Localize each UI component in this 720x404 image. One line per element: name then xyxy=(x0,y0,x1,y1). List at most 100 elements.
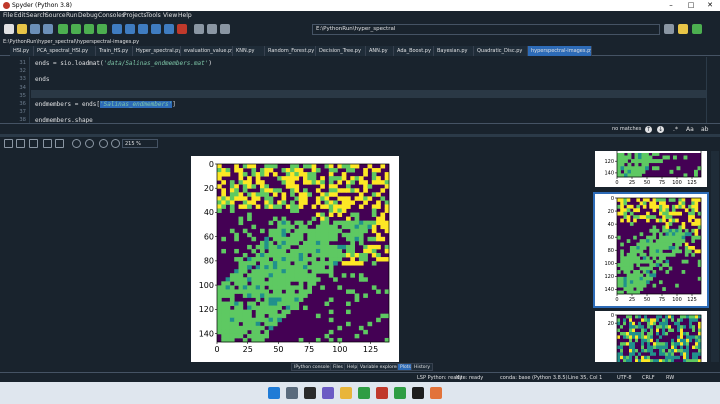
menu-search[interactable]: Search xyxy=(26,11,47,21)
zoom-out-icon[interactable] xyxy=(99,139,108,148)
menu-source[interactable]: Source xyxy=(45,11,66,21)
run-selection-icon[interactable] xyxy=(97,24,107,34)
map-cell xyxy=(247,325,252,331)
app-icon-2[interactable] xyxy=(394,387,406,399)
continue-icon[interactable] xyxy=(164,24,174,34)
tab-decision-tree[interactable]: Decision_Tree.py xyxy=(316,46,366,56)
remove-all-plots-icon[interactable] xyxy=(55,139,64,148)
tab-knn[interactable]: KNN.py xyxy=(233,46,265,56)
map-cell xyxy=(695,349,699,353)
tab-ann[interactable]: ANN.py xyxy=(366,46,394,56)
preferences-icon[interactable] xyxy=(207,24,217,34)
editor-scrollbar[interactable] xyxy=(706,57,720,123)
thumbnail-2[interactable]: 0 25 50 75 100 125 0 20 40 60 80 100 120 140 xyxy=(593,192,709,308)
menu-consoles[interactable]: Consoles xyxy=(98,11,125,21)
map-cell xyxy=(238,305,244,311)
step-into-icon[interactable] xyxy=(138,24,148,34)
maximize-icon[interactable]: □ xyxy=(684,0,698,11)
code-line[interactable]: ends = sio.loadmat('data/Salinas_endmemb… xyxy=(35,60,212,67)
step-return-icon[interactable] xyxy=(151,24,161,34)
task-view-icon[interactable] xyxy=(304,387,316,399)
menu-debug[interactable]: Debug xyxy=(78,11,98,21)
tab-ipython-console[interactable]: IPython console xyxy=(291,363,333,371)
map-cell xyxy=(639,242,644,247)
zoom-level-input[interactable]: 215 % xyxy=(122,139,158,148)
dropdown-icon[interactable] xyxy=(664,24,674,34)
step-icon[interactable] xyxy=(125,24,135,34)
run-icon[interactable] xyxy=(58,24,68,34)
menu-tools[interactable]: Tools xyxy=(146,11,161,21)
map-cell xyxy=(354,212,360,217)
tab-quadratic-disc[interactable]: Quadratic_Disc.py xyxy=(474,46,528,56)
menu-help[interactable]: Help xyxy=(178,11,192,21)
app-icon-3[interactable] xyxy=(430,387,442,399)
maximize-pane-icon[interactable] xyxy=(194,24,204,34)
map-cell xyxy=(315,253,321,258)
previous-plot-icon[interactable] xyxy=(72,139,81,148)
tab-variable-explorer[interactable]: Variable explorer xyxy=(357,363,402,371)
browse-folder-icon[interactable] xyxy=(678,24,688,34)
regex-icon[interactable]: .* xyxy=(672,126,679,133)
menu-view[interactable]: View xyxy=(163,11,177,21)
x-tick-label: 100 xyxy=(332,345,347,354)
working-directory-input[interactable]: E:\PythonRun\hyper_spectral xyxy=(312,24,660,35)
menu-file[interactable]: File xyxy=(3,11,13,21)
tab-random-forest[interactable]: Random_Forest.py xyxy=(265,46,316,56)
search-icon[interactable] xyxy=(286,387,298,399)
start-icon[interactable] xyxy=(268,387,280,399)
python-path-icon[interactable] xyxy=(220,24,230,34)
chat-icon[interactable] xyxy=(322,387,334,399)
chrome-icon[interactable] xyxy=(358,387,370,399)
save-plot-icon[interactable] xyxy=(4,139,13,148)
map-cell xyxy=(341,253,347,258)
save-icon[interactable] xyxy=(30,24,40,34)
menu-edit[interactable]: Edit xyxy=(14,11,26,21)
tab-hyperspectral-images[interactable]: hyperspectral-images.py xyxy=(528,46,592,56)
map-cell xyxy=(328,329,334,335)
whole-word-icon[interactable]: ab xyxy=(701,126,709,133)
map-cell xyxy=(337,188,343,193)
tab-ada-boost[interactable]: Ada_Boost.py xyxy=(394,46,434,56)
tab-hsi[interactable]: HSI.py xyxy=(10,46,34,56)
menu-projects[interactable]: Projects xyxy=(123,11,147,21)
map-cell xyxy=(674,325,678,329)
tab-train-hs[interactable]: Train_HS.py xyxy=(96,46,133,56)
case-sensitive-icon[interactable]: Aa xyxy=(686,126,694,133)
code-editor[interactable]: 31 32 33 34 35 36 37 38 ends = sio.loadmat('dat… xyxy=(0,57,706,124)
minimize-icon[interactable]: – xyxy=(664,0,678,11)
map-cell xyxy=(255,285,261,290)
debug-icon[interactable] xyxy=(112,24,122,34)
map-cell xyxy=(277,253,282,258)
run-cell-icon[interactable] xyxy=(71,24,81,34)
tab-history[interactable]: History xyxy=(411,363,434,371)
map-cell xyxy=(659,318,663,322)
file-explorer-icon[interactable] xyxy=(340,387,352,399)
code-line[interactable]: endmembers = ends['Salinas_endmembers'] xyxy=(35,101,176,108)
tab-pca-spectral-hsi[interactable]: PCA_spectral_HSI.py xyxy=(34,46,96,56)
terminal-icon[interactable] xyxy=(412,387,424,399)
map-cell xyxy=(264,297,269,302)
stop-icon[interactable] xyxy=(177,24,187,34)
open-folder-icon[interactable] xyxy=(17,24,27,34)
thumbnail-scrollbar[interactable] xyxy=(711,151,719,362)
thumbnail-1[interactable]: 0 25 50 75 100 125 120 140 xyxy=(595,90,707,187)
tab-evaluation-value[interactable]: evaluation_value.py xyxy=(181,46,233,56)
copy-plot-icon[interactable] xyxy=(29,139,38,148)
save-all-icon[interactable] xyxy=(43,24,53,34)
save-all-plots-icon[interactable] xyxy=(16,139,25,148)
menu-run[interactable]: Run xyxy=(66,11,78,21)
next-plot-icon[interactable] xyxy=(85,139,94,148)
new-file-icon[interactable] xyxy=(4,24,14,34)
parent-dir-icon[interactable] xyxy=(692,24,702,34)
tab-hyper-spectral[interactable]: Hyper_spectral.py xyxy=(133,46,181,56)
zoom-in-icon[interactable] xyxy=(111,139,120,148)
find-next-icon[interactable]: ↓ xyxy=(657,126,664,133)
app-icon[interactable] xyxy=(376,387,388,399)
tab-bayesian[interactable]: Bayesian.py xyxy=(434,46,474,56)
close-icon[interactable]: ✕ xyxy=(703,0,717,11)
find-previous-icon[interactable]: ↑ xyxy=(645,126,652,133)
run-cell-advance-icon[interactable] xyxy=(84,24,94,34)
code-line[interactable]: ends xyxy=(35,76,49,83)
remove-plot-icon[interactable] xyxy=(43,139,52,148)
thumbnail-3[interactable]: 0 20 xyxy=(595,311,707,377)
